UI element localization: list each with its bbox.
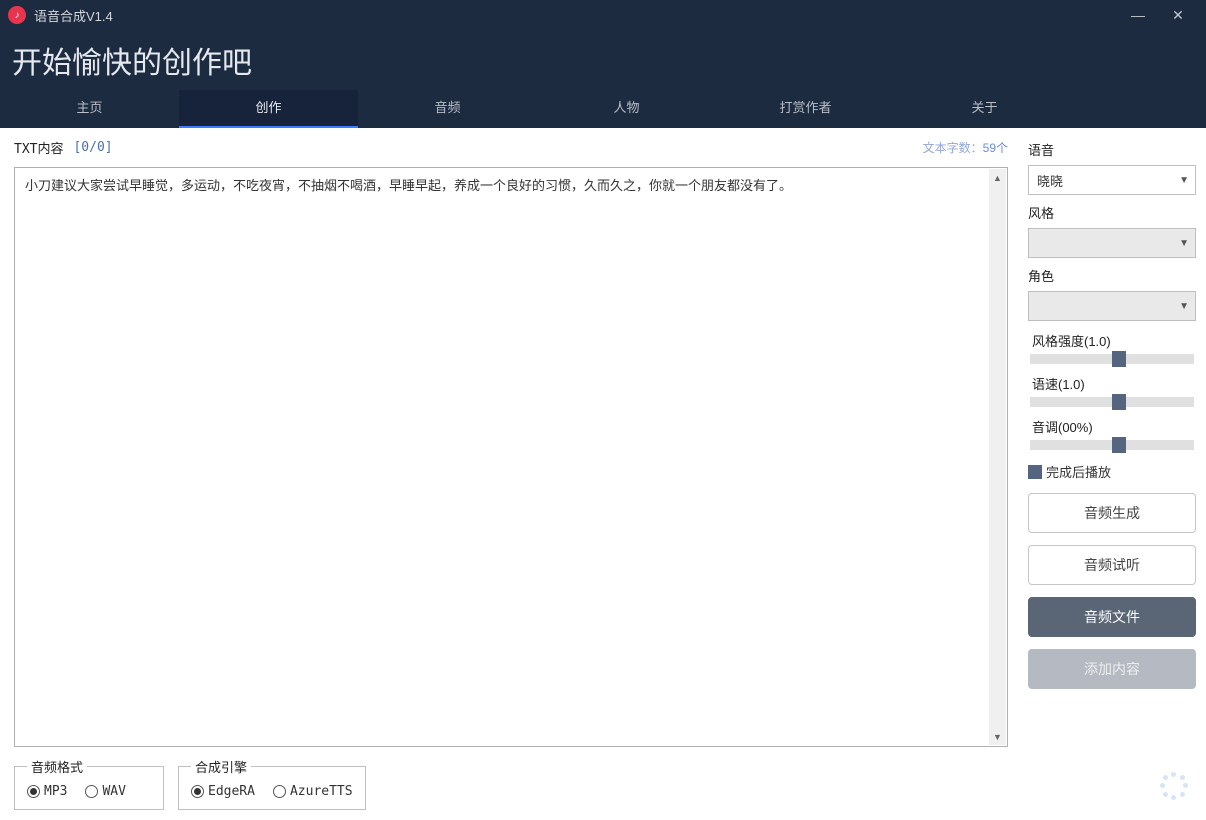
scroll-up-icon[interactable]: ▲ [989,169,1006,186]
add-content-button[interactable]: 添加内容 [1028,649,1196,689]
app-icon: ♪ [8,6,26,24]
radio-mp3-label: MP3 [44,784,67,799]
txt-counter: [0/0] [73,140,112,155]
txt-label: TXT内容 [14,138,63,157]
slider-thumb[interactable] [1112,394,1126,410]
checkbox-icon [1028,465,1042,479]
pitch-slider[interactable] [1030,440,1194,450]
header-slogan: 开始愉快的创作吧 [12,38,252,82]
textarea-wrap: ▲ ▼ [14,167,1008,747]
tab-about[interactable]: 关于 [895,90,1074,128]
radio-edgera[interactable]: EdgeRA [191,784,255,799]
minimize-button[interactable]: — [1118,0,1158,30]
engine-group: 合成引擎 EdgeRA AzureTTS [178,757,366,810]
radio-mp3[interactable]: MP3 [27,784,67,799]
speed-label: 语速(1.0) [1032,374,1196,393]
loading-spinner-icon [1160,772,1188,800]
chevron-down-icon: ▼ [1179,238,1189,249]
play-after-checkbox[interactable]: 完成后播放 [1028,462,1196,481]
tab-donate[interactable]: 打赏作者 [716,90,895,128]
role-label: 角色 [1028,266,1196,285]
tabs: 主页 创作 音频 人物 打赏作者 关于 [0,90,1206,128]
voice-label: 语音 [1028,140,1196,159]
audio-file-button[interactable]: 音频文件 [1028,597,1196,637]
speed-block: 语速(1.0) [1028,374,1196,407]
close-button[interactable]: ✕ [1158,0,1198,30]
chevron-down-icon: ▼ [1179,175,1189,186]
left-top-row: TXT内容 [0/0] 文本字数：59个 [14,138,1008,157]
vertical-scrollbar[interactable]: ▲ ▼ [989,169,1006,745]
radio-azuretts[interactable]: AzureTTS [273,784,353,799]
char-count-value: 59个 [983,141,1008,155]
speed-slider[interactable] [1030,397,1194,407]
style-strength-label: 风格强度(1.0) [1032,331,1196,350]
style-label: 风格 [1028,203,1196,222]
generate-button[interactable]: 音频生成 [1028,493,1196,533]
slider-thumb[interactable] [1112,351,1126,367]
app-title: 语音合成V1.4 [34,6,113,25]
titlebar: ♪ 语音合成V1.4 — ✕ [0,0,1206,30]
left-panel: TXT内容 [0/0] 文本字数：59个 ▲ ▼ 音频格式 MP3 [0,128,1022,820]
content: TXT内容 [0/0] 文本字数：59个 ▲ ▼ 音频格式 MP3 [0,128,1206,820]
voice-value: 晓晓 [1037,171,1063,190]
header: 开始愉快的创作吧 [0,30,1206,90]
bottom-groups: 音频格式 MP3 WAV 合成引擎 Edg [14,757,1008,810]
preview-button[interactable]: 音频试听 [1028,545,1196,585]
style-select[interactable]: ▼ [1028,228,1196,258]
char-count: 文本字数：59个 [923,139,1008,156]
chevron-down-icon: ▼ [1179,301,1189,312]
radio-icon [27,785,40,798]
radio-edgera-label: EdgeRA [208,784,255,799]
engine-legend: 合成引擎 [191,757,251,776]
scroll-down-icon[interactable]: ▼ [989,728,1006,745]
pitch-block: 音调(00%) [1028,417,1196,450]
style-strength-block: 风格强度(1.0) [1028,331,1196,364]
sidebar: 语音 晓晓 ▼ 风格 ▼ 角色 ▼ 风格强度(1.0) 语速(1.0) [1022,128,1206,820]
radio-icon [191,785,204,798]
audio-format-legend: 音频格式 [27,757,87,776]
tab-audio[interactable]: 音频 [358,90,537,128]
char-count-label: 文本字数： [923,141,983,155]
radio-icon [273,785,286,798]
pitch-label: 音调(00%) [1032,417,1196,436]
radio-wav-label: WAV [102,784,125,799]
tab-character[interactable]: 人物 [537,90,716,128]
tab-home[interactable]: 主页 [0,90,179,128]
play-after-label: 完成后播放 [1046,462,1111,481]
radio-icon [85,785,98,798]
voice-select[interactable]: 晓晓 ▼ [1028,165,1196,195]
style-strength-slider[interactable] [1030,354,1194,364]
role-select[interactable]: ▼ [1028,291,1196,321]
radio-azuretts-label: AzureTTS [290,784,353,799]
radio-wav[interactable]: WAV [85,784,125,799]
slider-thumb[interactable] [1112,437,1126,453]
audio-format-group: 音频格式 MP3 WAV [14,757,164,810]
content-textarea[interactable] [15,168,989,746]
tab-create[interactable]: 创作 [179,90,358,128]
